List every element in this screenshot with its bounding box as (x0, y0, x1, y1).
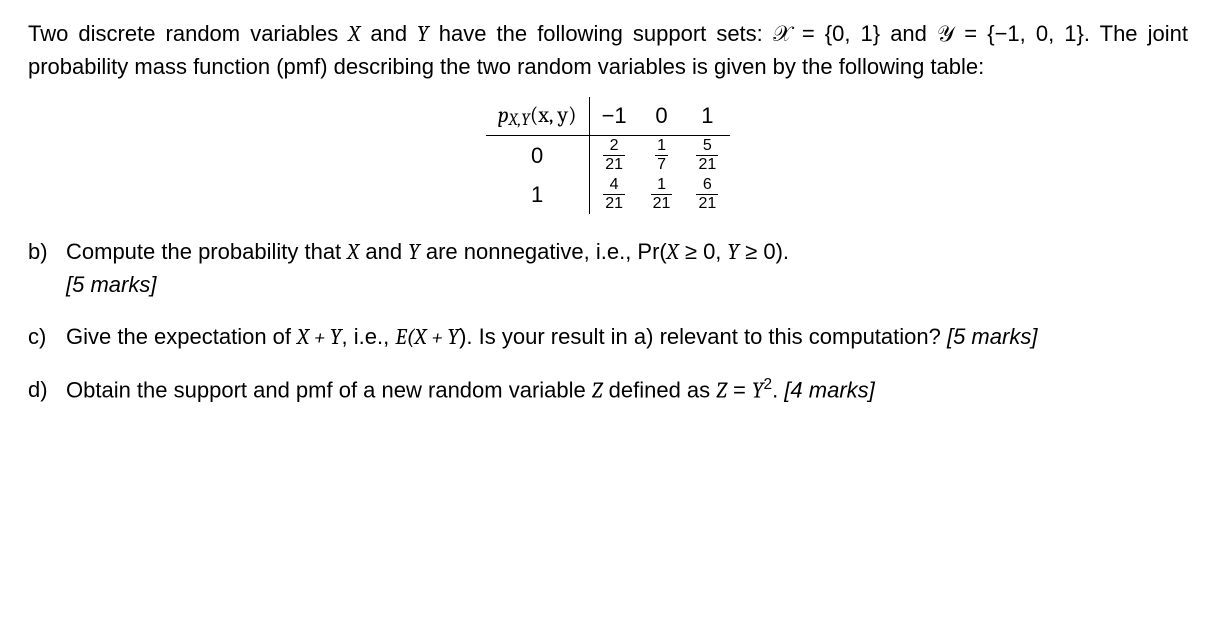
intro-text: = {0, 1} and (792, 21, 937, 46)
text: Give the expectation of (66, 324, 297, 349)
expr: X + Y (297, 324, 341, 350)
text: = (727, 377, 752, 402)
marks: [5 marks] (66, 272, 156, 297)
set-y: 𝒴 (937, 21, 954, 46)
expr: X + Y (415, 324, 459, 350)
set-x: 𝒳 (773, 21, 792, 46)
question-label: c) (28, 321, 66, 354)
question-d: d) Obtain the support and pmf of a new r… (28, 374, 1188, 407)
cell: 121 (639, 175, 685, 214)
text: Obtain the support and pmf of a new rand… (66, 377, 592, 402)
text: , i.e., (342, 324, 396, 349)
cell: 221 (589, 136, 639, 176)
frac-num: 1 (651, 177, 673, 195)
col-head: 0 (639, 97, 685, 136)
var-y: Y (417, 21, 429, 47)
cell: 621 (684, 175, 730, 214)
text: Compute the probability that (66, 239, 347, 264)
pmf-table-wrap: pX,Y(x, y) −1 0 1 0 221 17 521 1 421 121… (28, 97, 1188, 214)
question-body: Give the expectation of X + Y, i.e., E(X… (66, 321, 1188, 354)
question-c: c) Give the expectation of X + Y, i.e., … (28, 321, 1188, 354)
text: are nonnegative, i.e., Pr( (420, 239, 667, 264)
frac-num: 2 (603, 138, 625, 156)
question-b: b) Compute the probability that X and Y … (28, 236, 1188, 301)
frac-den: 21 (603, 195, 625, 212)
frac-den: 21 (696, 195, 718, 212)
frac-num: 4 (603, 177, 625, 195)
question-body: Compute the probability that X and Y are… (66, 236, 1188, 301)
text: defined as (603, 377, 717, 402)
frac-den: 21 (696, 156, 718, 173)
frac-num: 1 (655, 138, 668, 156)
var-z: Z (592, 377, 603, 403)
text: . Is your result in a) relevant to this … (466, 324, 947, 349)
question-label: b) (28, 236, 66, 301)
text: . (772, 377, 784, 402)
cell: 17 (639, 136, 685, 176)
var-x: X (347, 239, 359, 265)
question-body: Obtain the support and pmf of a new rand… (66, 374, 1188, 407)
problem-intro: Two discrete random variables X and Y ha… (28, 18, 1188, 83)
expr: X (667, 239, 679, 265)
fn-p: p (498, 102, 509, 128)
var-z: Z (716, 377, 727, 403)
text: ≥ 0, (679, 239, 728, 264)
frac-num: 6 (696, 177, 718, 195)
question-label: d) (28, 374, 66, 407)
var-x: X (348, 21, 360, 47)
frac-den: 7 (655, 156, 668, 173)
col-head: −1 (589, 97, 639, 136)
row-label: 0 (486, 136, 589, 176)
var-y: Y (752, 377, 764, 403)
col-head: 1 (684, 97, 730, 136)
fn-args: (x, y) (530, 102, 577, 128)
fn-sub: X,Y (509, 111, 530, 130)
marks: [5 marks] (947, 324, 1037, 349)
cell: 421 (589, 175, 639, 214)
frac-num: 5 (696, 138, 718, 156)
frac-den: 21 (603, 156, 625, 173)
row-label: 1 (486, 175, 589, 214)
question-list: b) Compute the probability that X and Y … (28, 236, 1188, 407)
var-y: Y (408, 239, 420, 265)
cell: 521 (684, 136, 730, 176)
pmf-table: pX,Y(x, y) −1 0 1 0 221 17 521 1 421 121… (486, 97, 731, 214)
marks: [4 marks] (784, 377, 874, 402)
intro-text: have the following support sets: (429, 21, 773, 46)
expr: E( (395, 324, 414, 350)
intro-text: and (360, 21, 417, 46)
text: and (359, 239, 408, 264)
table-header-fn: pX,Y(x, y) (486, 97, 589, 136)
intro-text: Two discrete random variables (28, 21, 348, 46)
table-row: 1 421 121 621 (486, 175, 731, 214)
table-row: 0 221 17 521 (486, 136, 731, 176)
exponent: 2 (764, 376, 773, 393)
frac-den: 21 (651, 195, 673, 212)
expr: Y (728, 239, 740, 265)
text: ≥ 0). (739, 239, 789, 264)
